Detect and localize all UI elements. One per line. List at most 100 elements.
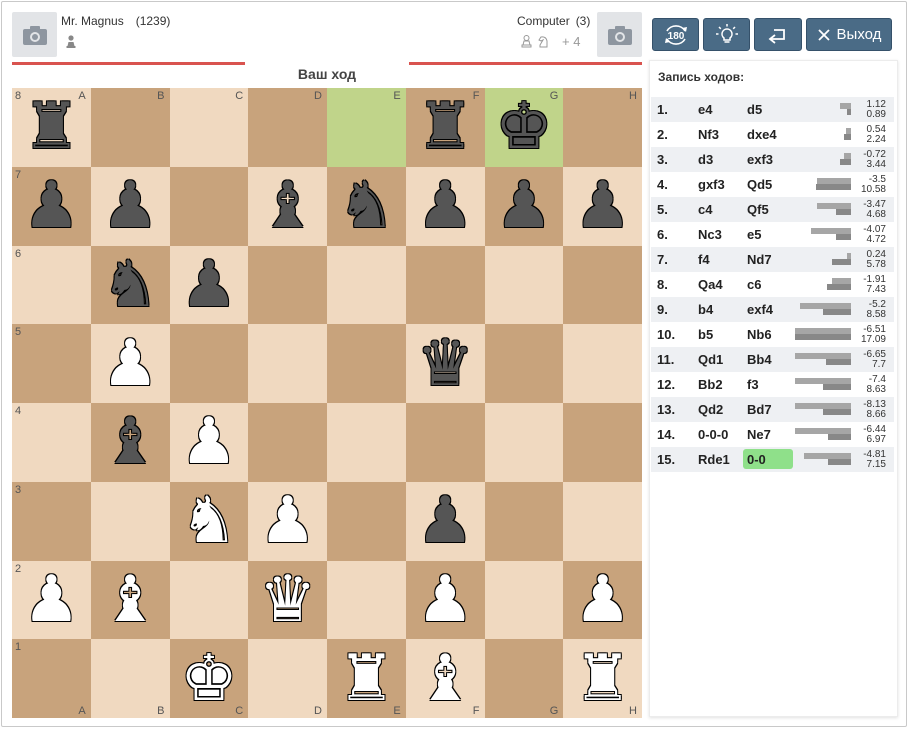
move-row[interactable]: 8. Qa4 c6 -1.91 7.43 xyxy=(651,272,894,297)
chess-board[interactable]: 8 A ♜ B C D E F ♜ G ♚ H 7 ♟ ♟ ♝ ♞ ♟ ♟ ♟ 6 ♞ ♟ 5 ♟ ♛ 4 ♝ ♟ 3 ♞ ♟ ♟ 2 ♟ ♝ ♛ ♟ ♟ 1… xyxy=(12,88,642,718)
white-move[interactable]: Rde1 xyxy=(698,452,730,467)
move-row[interactable]: 3. d3 exf3 -0.72 3.44 xyxy=(651,147,894,172)
white-move[interactable]: c4 xyxy=(698,202,712,217)
undo-button[interactable] xyxy=(754,18,802,51)
square-c5[interactable] xyxy=(169,324,249,403)
square-f5[interactable]: ♛ xyxy=(405,324,485,403)
square-f3[interactable]: ♟ xyxy=(405,481,485,561)
black-move[interactable]: d5 xyxy=(747,102,762,117)
square-c7[interactable] xyxy=(169,166,249,246)
square-a6[interactable]: 6 xyxy=(12,245,91,325)
square-h2[interactable]: ♟ xyxy=(563,560,642,640)
black-pawn-piece[interactable]: ♟ xyxy=(101,174,158,238)
square-g6[interactable] xyxy=(484,245,564,325)
square-b2[interactable]: ♝ xyxy=(90,560,170,640)
move-row[interactable]: 7. f4 Nd7 0.24 5.78 xyxy=(651,247,894,272)
square-h5[interactable] xyxy=(563,324,642,403)
square-d2[interactable]: ♛ xyxy=(248,560,327,640)
current-black-move[interactable]: 0-0 xyxy=(743,449,793,469)
square-a5[interactable]: 5 xyxy=(12,324,91,403)
square-c1[interactable]: C ♚ xyxy=(169,639,249,718)
black-queen-piece[interactable]: ♛ xyxy=(416,332,473,396)
player-avatar-white[interactable] xyxy=(12,12,57,57)
square-b7[interactable]: ♟ xyxy=(90,166,170,246)
white-move[interactable]: b4 xyxy=(698,302,713,317)
black-move[interactable]: Nd7 xyxy=(747,252,772,267)
white-king-piece[interactable]: ♚ xyxy=(180,647,237,711)
square-a4[interactable]: 4 xyxy=(12,403,91,482)
square-d1[interactable]: D xyxy=(248,639,327,718)
square-b3[interactable] xyxy=(90,481,170,561)
square-b8[interactable]: B xyxy=(90,88,170,167)
rotate-board-button[interactable]: 180 xyxy=(652,18,699,51)
white-pawn-piece[interactable]: ♟ xyxy=(101,332,158,396)
white-knight-piece[interactable]: ♞ xyxy=(180,489,237,553)
square-g3[interactable] xyxy=(484,481,564,561)
square-a1[interactable]: 1A xyxy=(12,639,91,718)
square-f2[interactable]: ♟ xyxy=(405,560,485,640)
black-move[interactable]: Bd7 xyxy=(747,402,772,417)
black-pawn-piece[interactable]: ♟ xyxy=(180,253,237,317)
black-move[interactable]: Qd5 xyxy=(747,177,772,192)
move-row[interactable]: 10. b5 Nb6 -6.51 17.09 xyxy=(651,322,894,347)
square-c2[interactable] xyxy=(169,560,249,640)
square-c8[interactable]: C xyxy=(169,88,249,167)
black-rook-piece[interactable]: ♜ xyxy=(416,95,473,159)
white-queen-piece[interactable]: ♛ xyxy=(259,568,316,632)
white-pawn-piece[interactable]: ♟ xyxy=(574,568,631,632)
move-row[interactable]: 14. 0-0-0 Ne7 -6.44 6.97 xyxy=(651,422,894,447)
white-move[interactable]: Qa4 xyxy=(698,277,723,292)
square-g8[interactable]: G ♚ xyxy=(484,88,564,167)
black-bishop-piece[interactable]: ♝ xyxy=(101,410,158,474)
square-c3[interactable]: ♞ xyxy=(169,481,249,561)
white-pawn-piece[interactable]: ♟ xyxy=(416,568,473,632)
white-bishop-piece[interactable]: ♝ xyxy=(416,647,473,711)
exit-button[interactable]: Выход xyxy=(806,18,892,51)
square-d7[interactable]: ♝ xyxy=(248,166,327,246)
white-move[interactable]: gxf3 xyxy=(698,177,725,192)
square-h4[interactable] xyxy=(563,403,642,482)
square-e6[interactable] xyxy=(327,245,406,325)
black-move[interactable]: exf3 xyxy=(747,152,773,167)
black-move[interactable]: dxe4 xyxy=(747,127,777,142)
move-row[interactable]: 4. gxf3 Qd5 -3.5 10.58 xyxy=(651,172,894,197)
black-pawn-piece[interactable]: ♟ xyxy=(23,174,80,238)
move-row[interactable]: 9. b4 exf4 -5.2 8.58 xyxy=(651,297,894,322)
square-g5[interactable] xyxy=(484,324,564,403)
white-pawn-piece[interactable]: ♟ xyxy=(259,489,316,553)
square-b6[interactable]: ♞ xyxy=(90,245,170,325)
move-row[interactable]: 13. Qd2 Bd7 -8.13 8.66 xyxy=(651,397,894,422)
square-d6[interactable] xyxy=(248,245,327,325)
square-d4[interactable] xyxy=(248,403,327,482)
square-g2[interactable] xyxy=(484,560,564,640)
white-move[interactable]: f4 xyxy=(698,252,710,267)
square-e1[interactable]: E ♜ xyxy=(327,639,406,718)
black-knight-piece[interactable]: ♞ xyxy=(101,253,158,317)
white-move[interactable]: Nf3 xyxy=(698,127,719,142)
move-row[interactable]: 12. Bb2 f3 -7.4 8.63 xyxy=(651,372,894,397)
square-b1[interactable]: B xyxy=(90,639,170,718)
square-e2[interactable] xyxy=(327,560,406,640)
move-row[interactable]: 11. Qd1 Bb4 -6.65 7.7 xyxy=(651,347,894,372)
square-h8[interactable]: H xyxy=(563,88,642,167)
white-move[interactable]: 0-0-0 xyxy=(698,427,728,442)
move-row[interactable]: 5. c4 Qf5 -3.47 4.68 xyxy=(651,197,894,222)
square-d8[interactable]: D xyxy=(248,88,327,167)
move-row[interactable]: 2. Nf3 dxe4 0.54 2.24 xyxy=(651,122,894,147)
square-f8[interactable]: F ♜ xyxy=(405,88,485,167)
white-move[interactable]: Nc3 xyxy=(698,227,722,242)
square-b5[interactable]: ♟ xyxy=(90,324,170,403)
black-move[interactable]: Ne7 xyxy=(747,427,771,442)
square-f6[interactable] xyxy=(405,245,485,325)
square-a3[interactable]: 3 xyxy=(12,481,91,561)
black-move[interactable]: e5 xyxy=(747,227,761,242)
white-move[interactable]: e4 xyxy=(698,102,712,117)
white-move[interactable]: Qd2 xyxy=(698,402,723,417)
square-e3[interactable] xyxy=(327,481,406,561)
black-rook-piece[interactable]: ♜ xyxy=(23,95,80,159)
square-c6[interactable]: ♟ xyxy=(169,245,249,325)
black-pawn-piece[interactable]: ♟ xyxy=(416,489,473,553)
white-pawn-piece[interactable]: ♟ xyxy=(23,568,80,632)
square-h6[interactable] xyxy=(563,245,642,325)
white-move[interactable]: d3 xyxy=(698,152,713,167)
